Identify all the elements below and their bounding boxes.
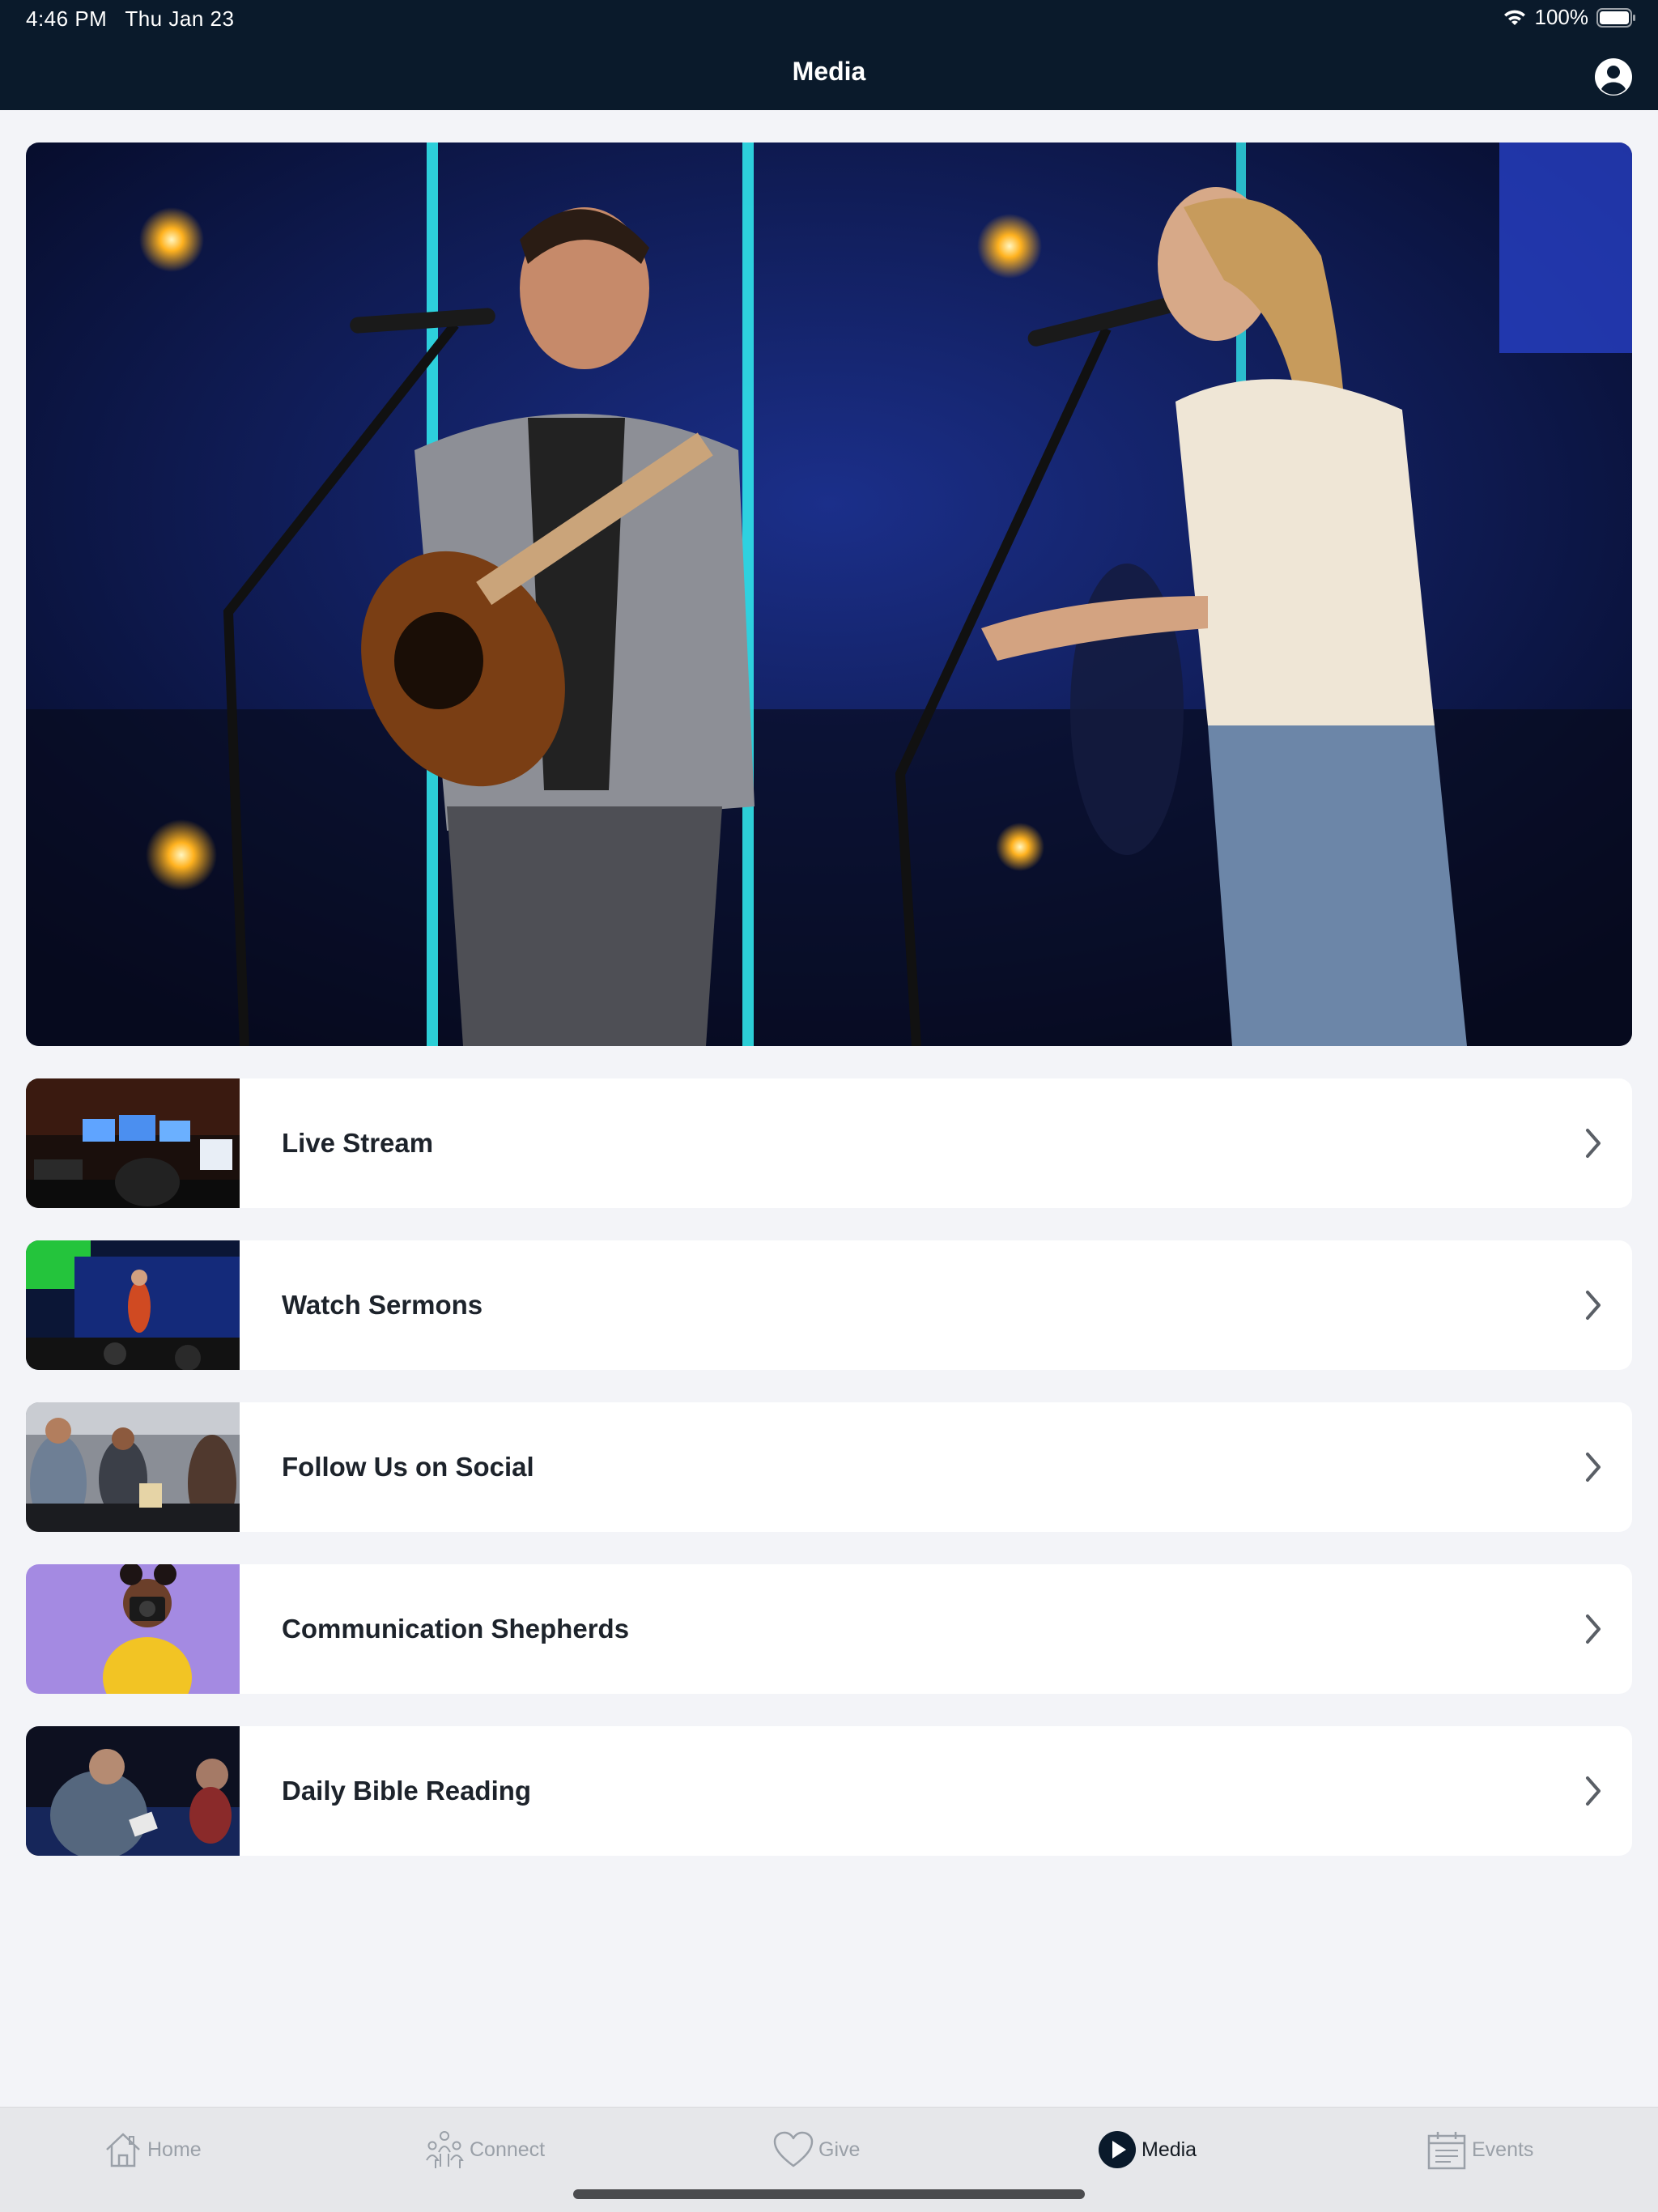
hero-image (26, 143, 1632, 1046)
media-item-live-stream[interactable]: Live Stream (26, 1078, 1632, 1208)
media-item-watch-sermons[interactable]: Watch Sermons (26, 1240, 1632, 1370)
status-date: Thu Jan 23 (125, 6, 235, 31)
media-list: Live Stream Watch Sermons Follow Us on S… (26, 1078, 1632, 1888)
page-title: Media (792, 57, 866, 86)
follow-us-on-social-thumbnail (26, 1402, 240, 1532)
chevron-right-icon (1586, 1129, 1601, 1158)
chevron-right-icon (1586, 1291, 1601, 1320)
heart-icon (773, 2131, 814, 2167)
play-icon (1099, 2131, 1136, 2168)
media-item-communication-shepherds[interactable]: Communication Shepherds (26, 1564, 1632, 1694)
tab-home[interactable]: Home (104, 2125, 202, 2174)
tab-label: Home (147, 2138, 202, 2161)
daily-bible-reading-thumbnail (26, 1726, 240, 1856)
user-circle-icon (1595, 58, 1632, 96)
tab-media[interactable]: Media (1098, 2125, 1197, 2174)
media-item-label: Daily Bible Reading (282, 1776, 532, 1806)
tab-label: Media (1141, 2138, 1197, 2161)
top-bar: 4:46 PM Thu Jan 23 100% Media (0, 0, 1658, 110)
media-item-label: Watch Sermons (282, 1290, 483, 1320)
home-icon (106, 2133, 140, 2167)
media-item-label: Communication Shepherds (282, 1614, 630, 1644)
battery-icon (1596, 7, 1637, 28)
calendar-icon (1427, 2132, 1466, 2170)
chevron-right-icon (1586, 1776, 1601, 1806)
status-time: 4:46 PM (26, 6, 108, 31)
live-stream-thumbnail (26, 1078, 240, 1208)
communication-shepherds-thumbnail (26, 1564, 240, 1694)
tab-connect[interactable]: Connect (424, 2125, 545, 2174)
media-screen: 4:46 PM Thu Jan 23 100% Media Live Strea… (0, 0, 1658, 2212)
tab-label: Give (818, 2138, 861, 2161)
chevron-right-icon (1586, 1614, 1601, 1644)
wifi-icon (1503, 9, 1527, 27)
tab-label: Events (1472, 2138, 1534, 2161)
media-item-daily-bible-reading[interactable]: Daily Bible Reading (26, 1726, 1632, 1856)
media-item-label: Live Stream (282, 1128, 434, 1158)
profile-button[interactable] (1593, 57, 1634, 97)
tab-label: Connect (470, 2138, 546, 2161)
media-item-label: Follow Us on Social (282, 1452, 534, 1482)
media-item-follow-us-on-social[interactable]: Follow Us on Social (26, 1402, 1632, 1532)
battery-percent: 100% (1534, 5, 1589, 29)
status-bar-right: 100% (1503, 5, 1638, 30)
tab-give[interactable]: Give (773, 2125, 860, 2174)
status-bar-time-date: 4:46 PM Thu Jan 23 (26, 6, 234, 32)
people-icon (426, 2131, 464, 2168)
home-indicator[interactable] (573, 2189, 1085, 2199)
tab-events[interactable]: Events (1426, 2125, 1533, 2174)
chevron-right-icon (1586, 1453, 1601, 1482)
watch-sermons-thumbnail (26, 1240, 240, 1370)
